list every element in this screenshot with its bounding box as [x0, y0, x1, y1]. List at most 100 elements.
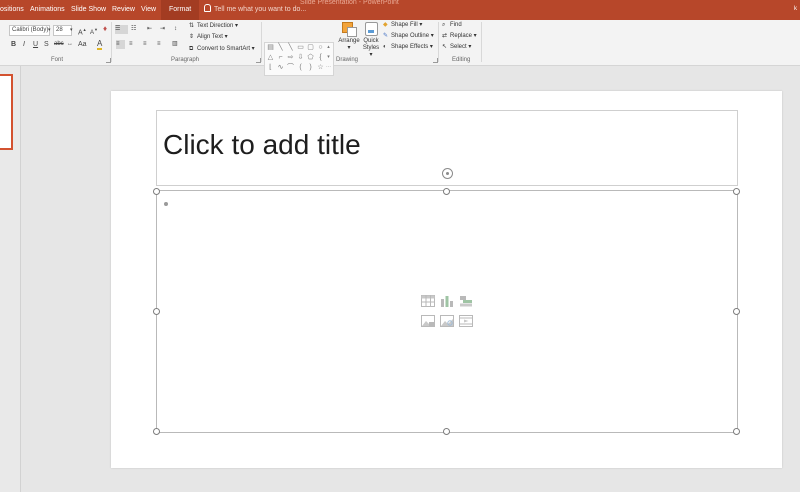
elbow-shape-icon[interactable]: ⌐: [276, 53, 285, 62]
line-shape-icon[interactable]: ╲: [276, 43, 285, 52]
curve-shape-icon[interactable]: ∿: [276, 63, 285, 72]
pentagon-shape-icon[interactable]: ⬠: [306, 53, 315, 62]
picture-icon[interactable]: [421, 315, 435, 327]
quick-styles-icon: [364, 22, 378, 36]
user-initial[interactable]: k: [794, 6, 797, 12]
resize-handle-bottom[interactable]: [443, 428, 450, 435]
tab-slide-show[interactable]: Slide Show: [71, 0, 106, 20]
arrange-button[interactable]: Arrange ▾: [337, 22, 361, 52]
tab-animations[interactable]: Animations: [30, 0, 65, 20]
strikethrough-button[interactable]: abc: [54, 40, 64, 49]
rounded-rectangle-shape-icon[interactable]: ▢: [306, 43, 315, 52]
group-separator: [438, 22, 439, 62]
drawing-group-label: Drawing: [336, 57, 359, 63]
convert-smartart-button[interactable]: ⧉ Convert to SmartArt ▾: [189, 45, 255, 53]
shape-effects-icon: ◐: [383, 44, 387, 50]
shape-fill-button[interactable]: ◆ Shape Fill ▾: [383, 21, 422, 29]
find-button[interactable]: ⌕ Find: [442, 21, 462, 29]
replace-label: Replace: [450, 33, 473, 39]
bullets-icon[interactable]: ☰: [115, 25, 128, 34]
tab-review[interactable]: Review: [112, 0, 135, 20]
resize-handle-bottom-left[interactable]: [153, 428, 160, 435]
select-button[interactable]: ↖ Select ▾: [442, 43, 471, 51]
underline-button[interactable]: U: [33, 40, 38, 49]
resize-handle-top-right[interactable]: [733, 188, 740, 195]
text-direction-button[interactable]: ⇅ Text Direction ▾: [189, 22, 238, 30]
slide-thumbnail-pane[interactable]: [0, 66, 21, 492]
replace-button[interactable]: ⇄ Replace ▾: [442, 32, 477, 40]
line-spacing-icon[interactable]: ↕: [174, 25, 177, 34]
video-icon[interactable]: [459, 315, 473, 327]
resize-handle-top-left[interactable]: [153, 188, 160, 195]
bold-button[interactable]: B: [11, 40, 16, 49]
arc-shape-icon[interactable]: ⌒: [286, 63, 295, 72]
smartart-icon[interactable]: [459, 295, 473, 307]
increase-indent-icon[interactable]: ⇥: [160, 25, 165, 34]
gallery-more-icon[interactable]: ⋯: [324, 63, 333, 72]
gallery-scroll-down-icon[interactable]: ▾: [324, 53, 333, 62]
character-spacing-icon[interactable]: ↔: [67, 40, 73, 49]
shrink-font-icon[interactable]: A▼: [90, 25, 98, 38]
textbox-shape-icon[interactable]: ▤: [266, 43, 275, 52]
shape-outline-label: Shape Outline: [391, 33, 430, 39]
triangle-shape-icon[interactable]: △: [266, 53, 275, 62]
tell-me-search[interactable]: Tell me what you want to do...: [204, 0, 306, 20]
italic-button[interactable]: I: [23, 40, 25, 49]
align-text-button[interactable]: ⇕ Align Text ▾: [189, 33, 228, 41]
chevron-down-icon[interactable]: ▾: [48, 26, 51, 35]
line-shape-icon[interactable]: ╲: [286, 43, 295, 52]
bracket-shape-icon[interactable]: ⌊: [266, 63, 275, 72]
find-label: Find: [450, 22, 462, 28]
font-color-button[interactable]: A: [97, 40, 103, 50]
tab-transitions[interactable]: ositions: [0, 0, 24, 20]
text-direction-label: Text Direction: [197, 23, 234, 29]
align-right-icon[interactable]: ≡: [143, 40, 147, 49]
chevron-down-icon[interactable]: ▾: [70, 26, 73, 35]
group-separator: [111, 22, 112, 62]
lightbulb-icon: [204, 4, 211, 12]
clear-formatting-icon[interactable]: ♦: [103, 24, 107, 33]
decrease-indent-icon[interactable]: ⇤: [147, 25, 152, 34]
text-direction-icon: ⇅: [189, 23, 195, 29]
align-text-icon: ⇕: [189, 34, 195, 40]
rectangle-shape-icon[interactable]: ▭: [296, 43, 305, 52]
resize-handle-left[interactable]: [153, 308, 160, 315]
align-center-icon[interactable]: ≡: [129, 40, 133, 49]
shape-outline-button[interactable]: ✎ Shape Outline ▾: [383, 32, 434, 40]
cursor-icon: ↖: [442, 44, 448, 50]
change-case-button[interactable]: Aa: [78, 40, 87, 49]
paren-shape-icon[interactable]: ): [306, 63, 315, 72]
gallery-scroll-up-icon[interactable]: ▴: [324, 43, 333, 52]
grow-font-icon[interactable]: A▲: [78, 25, 87, 37]
tell-me-text: Tell me what you want to do...: [214, 6, 307, 13]
shape-effects-label: Shape Effects: [391, 44, 429, 50]
shapes-gallery[interactable]: ▤ ╲ ╲ ▭ ▢ ○ △ ⌐ ⇨ ⇩ ⬠ { ⌊ ∿ ⌒ ( ) ☆ ▴ ▾ …: [264, 42, 334, 76]
chart-icon[interactable]: [440, 295, 454, 307]
resize-handle-right[interactable]: [733, 308, 740, 315]
font-name-box[interactable]: Calibri (Body): [9, 25, 50, 36]
slide-thumbnail[interactable]: [0, 74, 13, 150]
shadow-button[interactable]: S: [44, 40, 49, 49]
tab-view[interactable]: View: [141, 0, 156, 20]
convert-smartart-label: Convert to SmartArt: [197, 46, 251, 52]
online-picture-icon[interactable]: [440, 315, 454, 327]
resize-handle-top[interactable]: [443, 188, 450, 195]
numbering-icon[interactable]: ☷: [131, 25, 136, 34]
document-title: Slide Presentation - PowerPoint: [300, 0, 399, 6]
paren-shape-icon[interactable]: (: [296, 63, 305, 72]
columns-icon[interactable]: ▥: [172, 40, 178, 49]
content-placeholder[interactable]: [156, 190, 738, 433]
shape-effects-button[interactable]: ◐ Shape Effects ▾: [383, 43, 433, 51]
justify-icon[interactable]: ≡: [157, 40, 161, 49]
arrow-shape-icon[interactable]: ⇨: [286, 53, 295, 62]
title-placeholder-text[interactable]: Click to add title: [163, 129, 361, 161]
resize-handle-bottom-right[interactable]: [733, 428, 740, 435]
align-text-label: Align Text: [197, 34, 223, 40]
search-icon: ⌕: [442, 22, 446, 28]
quick-styles-button[interactable]: Quick Styles ▾: [361, 22, 381, 59]
tab-format[interactable]: Format: [161, 0, 200, 20]
rotate-handle[interactable]: [442, 168, 453, 179]
table-icon[interactable]: [421, 295, 435, 307]
align-left-icon[interactable]: ≡: [116, 40, 125, 49]
arrow-shape-icon[interactable]: ⇩: [296, 53, 305, 62]
